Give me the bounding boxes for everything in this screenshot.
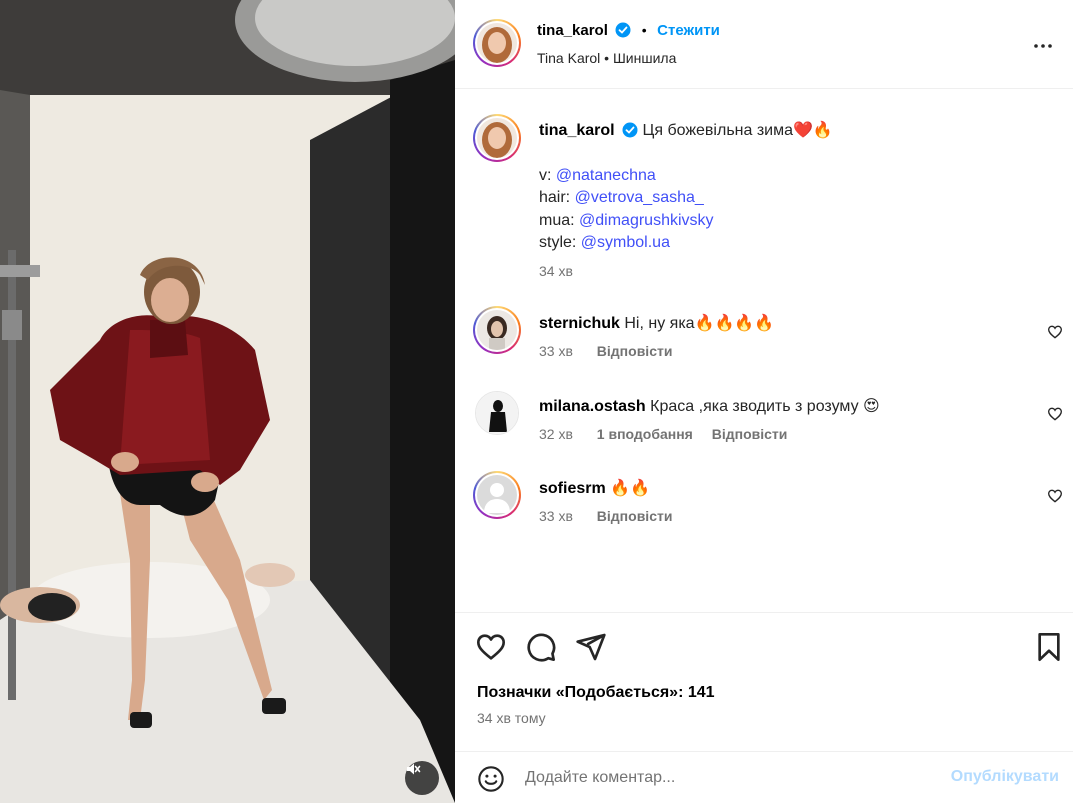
comment-avatar[interactable] <box>473 306 521 354</box>
caption-credit-line: style: @symbol.ua <box>539 232 1049 255</box>
caption-avatar-image <box>477 118 517 158</box>
comment-username[interactable]: milana.ostash <box>539 398 646 415</box>
comment-avatar-image <box>477 310 517 350</box>
publish-button[interactable]: Опублікувати <box>951 768 1059 786</box>
photo-studio-illustration <box>0 0 455 803</box>
comment-input[interactable] <box>525 764 925 792</box>
post-actions-bar <box>455 625 1073 669</box>
post-media[interactable] <box>0 0 455 803</box>
credit-link[interactable]: @symbol.ua <box>581 234 670 251</box>
more-horizontal-icon <box>1034 44 1052 48</box>
credit-link[interactable]: @natanechna <box>556 167 656 184</box>
comment-like-heart-icon[interactable] <box>1047 324 1063 340</box>
reply-button[interactable]: Відповісти <box>597 343 673 359</box>
speaker-muted-icon <box>407 763 421 775</box>
credit-prefix: hair: <box>539 189 575 206</box>
comment: milana.ostash Краса ,яка зводить з розум… <box>539 396 1019 442</box>
post-header: tina_karol • Стежити Tina Karol • Шиншил… <box>455 0 1073 89</box>
author-avatar-image <box>477 23 517 63</box>
caption-credit-line: mua: @dimagrushkivsky <box>539 210 1049 233</box>
add-comment-bar: Опублікувати <box>455 751 1073 803</box>
emoji-smiley-icon[interactable] <box>477 765 505 793</box>
comment-like-heart-icon[interactable] <box>1047 406 1063 422</box>
default-avatar-icon <box>477 475 517 515</box>
comment-avatar[interactable] <box>473 471 521 519</box>
comment-username[interactable]: sternichuk <box>539 315 620 332</box>
caption-avatar[interactable] <box>473 114 521 162</box>
comment-bubble-icon[interactable] <box>525 631 557 663</box>
reply-button[interactable]: Відповісти <box>597 508 673 524</box>
comment-text: Ні, ну яка🔥🔥🔥🔥 <box>624 315 775 332</box>
likes-count[interactable]: Позначки «Подобається»: 141 <box>477 684 715 702</box>
caption-credit-line: hair: @vetrova_sasha_ <box>539 187 1049 210</box>
verified-badge-icon <box>615 22 631 38</box>
more-options-button[interactable] <box>1031 34 1055 58</box>
comment-time[interactable]: 33 хв <box>539 508 573 524</box>
comment: sofiesrm 🔥🔥 33 хв Відповісти <box>539 478 1019 524</box>
comment: sternichuk Ні, ну яка🔥🔥🔥🔥 33 хв Відповіс… <box>539 313 1019 359</box>
caption-credit-line: v: @natanechna <box>539 165 1049 188</box>
comment-time[interactable]: 32 хв <box>539 426 573 442</box>
credit-link[interactable]: @vetrova_sasha_ <box>575 189 704 206</box>
comment-username[interactable]: sofiesrm <box>539 480 606 497</box>
caption-time[interactable]: 34 хв <box>539 263 1049 279</box>
credit-prefix: mua: <box>539 211 580 229</box>
credit-link[interactable]: @dimagrushkivsky <box>579 212 714 229</box>
comment-time[interactable]: 33 хв <box>539 343 573 359</box>
credit-prefix: style: <box>539 234 581 251</box>
caption: tina_karol Ця божевільна зима❤️🔥 v: @nat… <box>539 120 1049 279</box>
separator-dot: • <box>641 22 647 38</box>
caption-username[interactable]: tina_karol <box>539 122 615 139</box>
like-heart-icon[interactable] <box>475 631 507 663</box>
post-details-panel: tina_karol • Стежити Tina Karol • Шиншил… <box>455 0 1073 803</box>
author-avatar[interactable] <box>473 19 521 67</box>
follow-button[interactable]: Стежити <box>657 22 720 39</box>
comment-text: Краса ,яка зводить з розуму 😍 <box>650 398 880 415</box>
comment-avatar-image <box>476 392 518 434</box>
share-send-icon[interactable] <box>575 631 607 663</box>
reply-button[interactable]: Відповісти <box>712 426 788 442</box>
comment-text: 🔥🔥 <box>610 480 650 497</box>
caption-text: Ця божевільна зима❤️🔥 <box>642 122 833 139</box>
comment-avatar[interactable] <box>475 391 519 435</box>
audio-line[interactable]: Tina Karol • Шиншила <box>537 50 676 66</box>
post-timestamp[interactable]: 34 хв тому <box>477 710 546 726</box>
comment-like-heart-icon[interactable] <box>1047 488 1063 504</box>
credit-prefix: v: <box>539 166 556 184</box>
comment-likes-count[interactable]: 1 вподобання <box>597 426 693 442</box>
author-username[interactable]: tina_karol <box>537 22 608 39</box>
verified-badge-icon <box>622 122 638 138</box>
mute-button[interactable] <box>405 761 439 795</box>
save-bookmark-icon[interactable] <box>1033 631 1065 663</box>
comments-list[interactable]: tina_karol Ця божевільна зима❤️🔥 v: @nat… <box>455 89 1073 613</box>
